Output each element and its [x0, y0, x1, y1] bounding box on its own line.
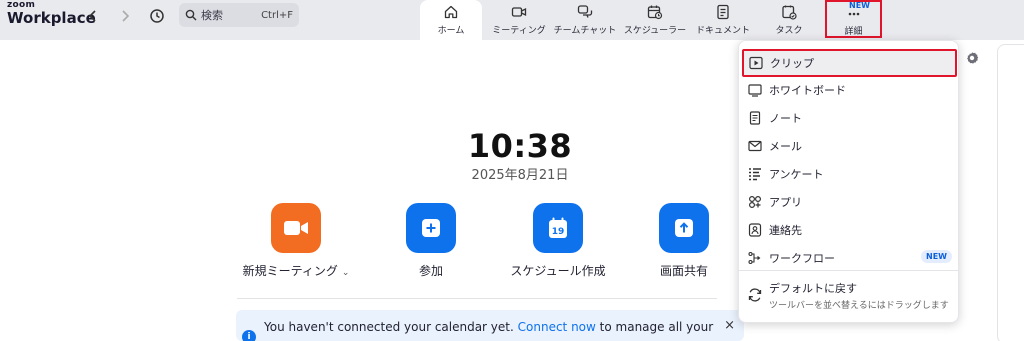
menu-item-reset-default[interactable]: デフォルトに戻す ツールバーを並べ替えるにはドラッグします — [739, 275, 960, 315]
info-icon: i — [242, 330, 256, 341]
tab-label: 詳細 — [844, 27, 863, 37]
more-menu: クリップ ホワイトボード ノート メール アンケート アプリ 連絡先 ワークフロ… — [738, 40, 959, 323]
menu-item-label: アプリ — [769, 196, 802, 209]
join-button[interactable] — [406, 203, 456, 253]
more-tab-highlight: NEW 詳細 — [825, 0, 882, 38]
new-badge: NEW — [849, 1, 870, 10]
schedule-label: スケジュール作成 — [510, 264, 606, 278]
back-button[interactable] — [82, 5, 104, 27]
main-tabs: ホーム ミーティング チームチャット スケジューラー ドキュメント タスク — [420, 0, 822, 40]
chat-icon — [577, 4, 593, 20]
new-meeting-button[interactable] — [271, 203, 321, 253]
apps-icon — [747, 194, 763, 210]
survey-icon — [747, 166, 763, 182]
connect-now-link[interactable]: Connect now — [518, 320, 596, 334]
menu-item-label: ホワイトボード — [769, 84, 846, 97]
menu-divider — [739, 270, 958, 271]
chevron-down-icon[interactable]: ⌄ — [342, 268, 350, 278]
menu-item-apps[interactable]: アプリ — [739, 188, 960, 216]
menu-item-label: ワークフロー — [769, 252, 835, 265]
schedule-action[interactable]: 19 スケジュール作成 — [503, 203, 613, 279]
tab-tasks[interactable]: タスク — [756, 0, 822, 40]
new-meeting-label: 新規ミーティング — [242, 264, 338, 278]
refresh-icon — [747, 287, 763, 303]
search-icon — [185, 9, 197, 21]
share-screen-button[interactable] — [659, 203, 709, 253]
calendar-banner: i You haven't connected your calendar ye… — [236, 310, 744, 341]
banner-text: You haven't connected your calendar yet. — [264, 320, 514, 334]
menu-item-label: メール — [769, 140, 802, 153]
menu-item-label: ノート — [769, 112, 802, 125]
plus-icon — [422, 219, 440, 237]
new-meeting-action[interactable]: 新規ミーティング ⌄ — [241, 203, 351, 279]
tab-meetings[interactable]: ミーティング — [488, 0, 550, 40]
menu-item-whiteboard[interactable]: ホワイトボード — [739, 76, 960, 104]
mail-icon — [747, 138, 763, 154]
tab-scheduler[interactable]: スケジューラー — [620, 0, 690, 40]
tab-label: スケジューラー — [623, 26, 687, 36]
tab-label: タスク — [775, 26, 803, 36]
menu-item-label: 連絡先 — [769, 224, 802, 237]
contacts-icon — [747, 222, 763, 238]
tab-label: ドキュメント — [695, 26, 750, 36]
chevron-left-icon — [88, 10, 96, 22]
menu-item-clips[interactable]: クリップ — [742, 49, 957, 77]
settings-button[interactable] — [964, 50, 980, 66]
chevron-right-icon — [122, 10, 130, 22]
whiteboard-icon — [747, 82, 763, 98]
clock-time: 10:38 — [467, 127, 573, 165]
divider — [237, 298, 717, 299]
home-icon — [443, 4, 459, 20]
menu-item-mail[interactable]: メール — [739, 132, 960, 160]
notes-icon — [747, 110, 763, 126]
top-bar: zoom Workplace 検索 Ctrl+F ホーム ミーティング チームチ… — [0, 0, 1024, 40]
video-icon — [511, 4, 527, 20]
join-action[interactable]: 参加 — [376, 203, 486, 279]
tab-docs[interactable]: ドキュメント — [690, 0, 756, 40]
menu-item-label: クリップ — [770, 57, 814, 70]
menu-item-label: アンケート — [769, 168, 824, 181]
clips-icon — [748, 55, 764, 71]
history-clock-icon — [150, 9, 164, 23]
reset-title: デフォルトに戻す — [769, 281, 857, 295]
menu-item-notes[interactable]: ノート — [739, 104, 960, 132]
calendar-clock-icon — [647, 4, 663, 20]
schedule-button[interactable]: 19 — [533, 203, 583, 253]
gear-icon — [967, 52, 979, 64]
banner-text-tail: to manage all your — [599, 320, 714, 334]
tab-team-chat[interactable]: チームチャット — [550, 0, 620, 40]
tab-label: チームチャット — [553, 26, 617, 36]
tab-label: ホーム — [437, 26, 465, 36]
share-arrow-icon — [675, 219, 693, 237]
tab-label: ミーティング — [492, 26, 546, 36]
video-camera-icon — [284, 221, 308, 235]
clock-date: 2025年8月21日 — [471, 168, 569, 183]
menu-item-survey[interactable]: アンケート — [739, 160, 960, 188]
search-shortcut: Ctrl+F — [261, 9, 293, 21]
document-icon — [716, 4, 730, 20]
tab-more[interactable]: NEW 詳細 — [827, 1, 880, 37]
calendar-day: 19 — [552, 227, 565, 237]
history-button[interactable] — [146, 5, 168, 27]
workflow-icon — [747, 250, 763, 266]
search-input[interactable]: 検索 Ctrl+F — [179, 3, 299, 27]
tab-home[interactable]: ホーム — [420, 0, 482, 40]
search-placeholder: 検索 — [201, 9, 223, 22]
close-icon[interactable]: × — [724, 318, 735, 333]
join-label: 参加 — [418, 264, 443, 278]
right-side-panel — [997, 44, 1024, 341]
share-screen-label: 画面共有 — [659, 264, 708, 278]
menu-item-contacts[interactable]: 連絡先 — [739, 216, 960, 244]
new-badge: NEW — [921, 250, 952, 263]
menu-item-workflow[interactable]: ワークフロー NEW — [739, 244, 960, 272]
task-icon — [781, 4, 797, 20]
calendar-icon: 19 — [549, 217, 567, 238]
share-screen-action[interactable]: 画面共有 — [629, 203, 739, 279]
forward-button[interactable] — [114, 5, 136, 27]
reset-subtitle: ツールバーを並べ替えるにはドラッグします — [769, 300, 949, 311]
